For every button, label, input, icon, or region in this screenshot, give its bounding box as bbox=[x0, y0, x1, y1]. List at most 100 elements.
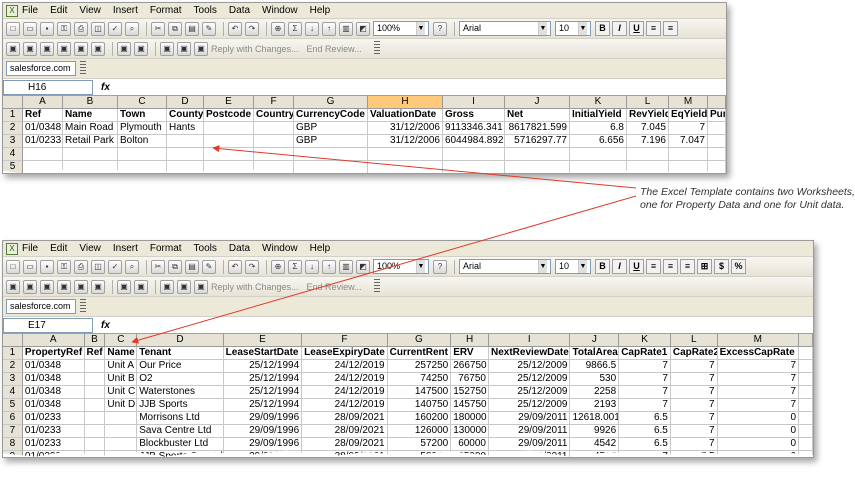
table-cell[interactable]: 29/09/1996 bbox=[223, 425, 303, 438]
table-cell[interactable]: Unit B bbox=[105, 373, 138, 386]
table-cell[interactable]: ValuationDate bbox=[368, 109, 443, 122]
table-cell[interactable] bbox=[708, 122, 726, 135]
table-cell[interactable]: 9113346.341 bbox=[443, 122, 505, 135]
table-cell[interactable] bbox=[627, 148, 669, 161]
table-cell[interactable]: 0 bbox=[717, 438, 800, 451]
font-size-select[interactable]: 10 ▼ bbox=[555, 259, 591, 274]
review-icon-2[interactable]: ▣ bbox=[23, 41, 37, 56]
table-cell[interactable]: 31/12/2006 bbox=[368, 122, 443, 135]
column-header[interactable]: G bbox=[294, 96, 368, 109]
table-cell[interactable]: Sava Centre Ltd bbox=[137, 425, 224, 438]
table-cell[interactable] bbox=[23, 148, 63, 161]
drawing-icon[interactable]: ◩ bbox=[356, 21, 370, 36]
table-cell[interactable] bbox=[105, 412, 138, 425]
menu-window[interactable]: Window bbox=[262, 5, 298, 16]
table-cell[interactable]: 152750 bbox=[451, 386, 489, 399]
table-cell[interactable]: CapRate2 bbox=[670, 347, 718, 360]
table-cell[interactable]: 31/12/2006 bbox=[368, 135, 443, 148]
table-cell[interactable]: Town bbox=[118, 109, 167, 122]
column-header[interactable]: I bbox=[443, 96, 505, 109]
review-icon-11[interactable]: ▣ bbox=[194, 279, 208, 294]
table-cell[interactable]: 7 bbox=[670, 438, 718, 451]
column-header[interactable]: G bbox=[387, 334, 452, 347]
column-header[interactable]: M bbox=[669, 96, 708, 109]
table-cell[interactable] bbox=[63, 148, 118, 161]
column-header[interactable]: C bbox=[118, 96, 167, 109]
table-cell[interactable] bbox=[570, 148, 627, 161]
table-cell[interactable]: 8617821.599 bbox=[505, 122, 570, 135]
table-cell[interactable]: ExcessCapRate bbox=[717, 347, 800, 360]
column-header[interactable]: D bbox=[167, 96, 204, 109]
table-cell[interactable]: Name bbox=[63, 109, 118, 122]
table-cell[interactable]: ERV bbox=[451, 347, 489, 360]
table-cell[interactable]: 7 bbox=[669, 122, 708, 135]
table-cell[interactable] bbox=[105, 438, 138, 451]
help-icon[interactable]: ? bbox=[433, 21, 447, 36]
column-header[interactable]: J bbox=[570, 334, 620, 347]
row-header[interactable]: 7 bbox=[3, 425, 23, 438]
font-name-select[interactable]: Arial ▼ bbox=[459, 259, 551, 274]
table-cell[interactable]: 530 bbox=[570, 373, 620, 386]
table-cell[interactable] bbox=[84, 373, 106, 386]
table-cell[interactable]: 01/0233 bbox=[22, 438, 85, 451]
new-icon[interactable]: □ bbox=[6, 21, 20, 36]
reply-with-changes-button[interactable]: Reply with Changes... bbox=[211, 44, 299, 54]
table-cell[interactable]: 0 bbox=[717, 412, 800, 425]
table-cell[interactable]: 140750 bbox=[387, 399, 452, 412]
table-cell[interactable]: 180000 bbox=[451, 412, 489, 425]
table-cell[interactable]: 7 bbox=[717, 373, 800, 386]
italic-button[interactable]: I bbox=[612, 259, 627, 274]
table-cell[interactable]: 7 bbox=[670, 399, 718, 412]
table-cell[interactable] bbox=[799, 347, 813, 360]
table-cell[interactable]: CapRate1 bbox=[619, 347, 671, 360]
review-icon-9[interactable]: ▣ bbox=[160, 279, 174, 294]
table-cell[interactable]: 01/0348 bbox=[22, 386, 85, 399]
table-cell[interactable]: 6.5 bbox=[619, 412, 671, 425]
table-cell[interactable] bbox=[167, 148, 204, 161]
table-cell[interactable]: 7 bbox=[619, 373, 671, 386]
row-header[interactable]: 6 bbox=[3, 412, 23, 425]
row-header[interactable]: 3 bbox=[3, 373, 23, 386]
sort-asc-icon[interactable]: ↓ bbox=[305, 259, 319, 274]
table-cell[interactable]: 29/09/1996 bbox=[223, 438, 303, 451]
menu-edit[interactable]: Edit bbox=[50, 5, 67, 16]
menu-help[interactable]: Help bbox=[310, 243, 331, 254]
column-header[interactable]: I bbox=[489, 334, 571, 347]
table-cell[interactable]: 60000 bbox=[451, 438, 489, 451]
table-cell[interactable]: 01/0233 bbox=[23, 135, 63, 148]
table-cell[interactable]: 6.656 bbox=[570, 135, 627, 148]
table-cell[interactable]: Country bbox=[254, 109, 294, 122]
table-cell[interactable]: CurrentRent bbox=[387, 347, 452, 360]
table-cell[interactable]: 9866.5 bbox=[570, 360, 620, 373]
column-header[interactable]: H bbox=[451, 334, 489, 347]
table-cell[interactable]: Gross bbox=[443, 109, 505, 122]
table-cell[interactable] bbox=[505, 148, 570, 161]
column-header[interactable]: E bbox=[204, 96, 254, 109]
table-cell[interactable]: 2193 bbox=[570, 399, 620, 412]
toolbar-grip[interactable] bbox=[80, 299, 86, 314]
underline-button[interactable]: U bbox=[629, 21, 644, 36]
review-icon-4[interactable]: ▣ bbox=[57, 41, 71, 56]
table-cell[interactable]: Purc bbox=[708, 109, 726, 122]
table-cell[interactable]: 7 bbox=[619, 360, 671, 373]
column-header[interactable]: L bbox=[670, 334, 718, 347]
table-cell[interactable] bbox=[118, 148, 167, 161]
fx-icon[interactable]: fx bbox=[101, 320, 110, 331]
copy-icon[interactable]: ⧉ bbox=[168, 21, 182, 36]
column-header[interactable]: H bbox=[368, 96, 443, 109]
toolbar-grip[interactable] bbox=[373, 279, 380, 294]
review-icon-2[interactable]: ▣ bbox=[23, 279, 37, 294]
table-cell[interactable]: 9926 bbox=[570, 425, 620, 438]
table-cell[interactable]: CurrencyCode bbox=[294, 109, 368, 122]
column-header[interactable] bbox=[799, 334, 813, 347]
redo-icon[interactable]: ↷ bbox=[245, 21, 259, 36]
review-icon-3[interactable]: ▣ bbox=[40, 41, 54, 56]
table-cell[interactable] bbox=[84, 438, 106, 451]
print-icon[interactable]: ⎙ bbox=[74, 259, 88, 274]
sort-desc-icon[interactable]: ↑ bbox=[322, 259, 336, 274]
table-cell[interactable] bbox=[669, 148, 708, 161]
align-center-icon[interactable]: ≡ bbox=[663, 21, 678, 36]
review-icon-1[interactable]: ▣ bbox=[6, 41, 20, 56]
table-cell[interactable]: 7 bbox=[670, 373, 718, 386]
column-header[interactable]: B bbox=[63, 96, 118, 109]
